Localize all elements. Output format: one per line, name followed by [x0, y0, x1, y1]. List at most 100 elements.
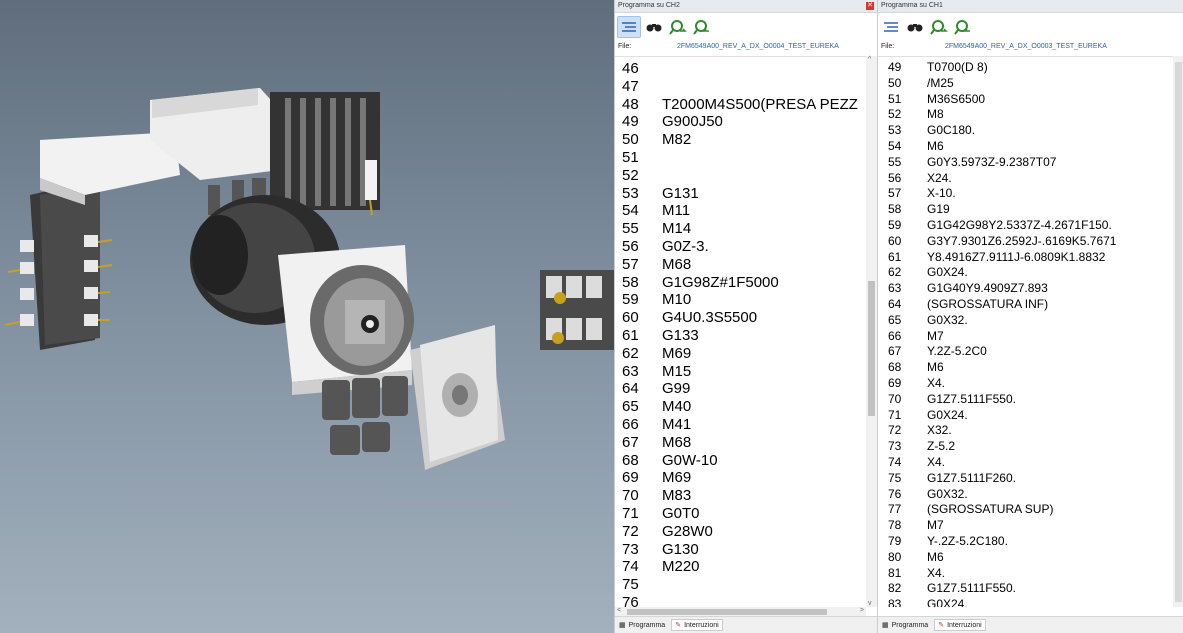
line-number: 79 — [888, 534, 902, 548]
code-listing[interactable]: 46 47 48 T2000M4S500(PRESA PEZZ 49 G900J50 50 M… — [615, 56, 877, 607]
line-number: 55 — [622, 220, 639, 238]
line-number: 77 — [888, 502, 902, 517]
line-number: 55 — [888, 154, 902, 169]
line-number: 60 — [888, 233, 902, 248]
machine-3d-viewport[interactable] — [0, 0, 614, 633]
line-text: G4U0.3S5500 — [662, 309, 758, 327]
line-text: Y8.4916Z7.9111J-6.0809K1.8832 — [927, 249, 1106, 264]
line-text: M7 — [927, 328, 944, 343]
line-number: 71 — [622, 505, 639, 522]
close-icon[interactable]: ✕ — [866, 2, 874, 10]
tab-programma[interactable]: ▦ Programma — [882, 621, 928, 630]
line-text: M68 — [662, 255, 692, 273]
list-view-icon[interactable] — [880, 17, 902, 37]
line-number: 69 — [622, 469, 639, 487]
wrench-icon: ✎ — [675, 622, 682, 629]
line-number: 47 — [622, 77, 639, 95]
line-number: 75 — [888, 470, 902, 485]
line-number: 49 — [622, 113, 639, 131]
line-text: G0X24. — [927, 407, 968, 422]
bottom-tabs: ▦ Programma ✎ Interruzioni — [615, 616, 877, 633]
find-next-icon[interactable] — [928, 17, 950, 37]
tab-interruzioni[interactable]: ✎ Interruzioni — [671, 619, 723, 631]
scroll-right-icon[interactable]: > — [860, 607, 864, 614]
line-number: 73 — [888, 439, 902, 454]
line-text: G0X32. — [927, 486, 968, 501]
line-text: M220 — [662, 558, 700, 576]
line-number: 66 — [888, 328, 902, 343]
wrench-icon: ✎ — [938, 622, 945, 629]
line-number: 72 — [622, 522, 639, 540]
line-text: G0W-10 — [662, 451, 718, 469]
tab-interruzioni[interactable]: ✎ Interruzioni — [934, 619, 986, 631]
find-previous-icon[interactable] — [952, 17, 974, 37]
line-text: (SGROSSATURA INF) — [927, 297, 1049, 311]
code-listing[interactable]: 49 T0700(D 8) 50/M25 51 M36S6500 52 M8 53 G0C180… — [878, 56, 1183, 607]
line-number: 51 — [888, 91, 902, 106]
line-number: 51 — [622, 149, 639, 166]
line-number: 66 — [622, 416, 639, 433]
line-number: 64 — [888, 297, 902, 311]
line-text: M40 — [662, 398, 692, 416]
line-number: 58 — [622, 273, 639, 291]
scroll-thumb[interactable] — [1175, 62, 1182, 602]
line-text: M8 — [927, 107, 944, 122]
line-number: 71 — [888, 407, 902, 422]
line-text: G1G42G98Y2.5337Z-4.2671F150. — [927, 218, 1112, 232]
bottom-tabs: ▦ Programma ✎ Interruzioni — [878, 616, 1183, 633]
line-number: 57 — [622, 255, 639, 273]
line-number: 68 — [888, 360, 902, 375]
line-number: 48 — [622, 95, 639, 113]
line-number: 59 — [888, 218, 902, 232]
line-number: 62 — [888, 265, 902, 280]
file-name: 2FM6549A00_REV_A_DX_O0003_TEST_EUREKA — [945, 43, 1107, 50]
line-number: 63 — [888, 281, 902, 296]
scroll-up-icon[interactable]: ^ — [868, 56, 871, 63]
line-text: G1Z7.5111F550. — [927, 581, 1016, 596]
line-text: M41 — [662, 416, 692, 433]
program-panel-ch2: Programma su CH2 ✕ File: 2FM6549A00_REV_… — [614, 0, 877, 633]
line-text: G0T0 — [662, 505, 700, 522]
line-number: 74 — [622, 558, 639, 576]
line-text: M68 — [662, 433, 692, 451]
line-text: G900J50 — [662, 113, 723, 131]
line-number: 74 — [888, 455, 902, 469]
line-text: G99 — [662, 380, 691, 398]
list-view-icon[interactable] — [617, 16, 641, 38]
line-number: 60 — [622, 309, 639, 327]
scroll-down-icon[interactable]: v — [868, 600, 872, 607]
line-text: G28W0 — [662, 522, 713, 540]
line-number: 62 — [622, 344, 639, 362]
binoculars-icon[interactable] — [643, 17, 665, 37]
table-icon: ▦ — [882, 622, 889, 629]
scroll-left-icon[interactable]: < — [617, 607, 621, 614]
line-text: G0C180. — [927, 123, 976, 138]
vertical-scrollbar[interactable] — [1173, 56, 1183, 607]
line-number: 56 — [888, 170, 902, 185]
file-label: File: — [881, 43, 895, 50]
scroll-thumb[interactable] — [627, 609, 827, 615]
line-number: 83 — [888, 597, 902, 607]
line-number: 52 — [888, 107, 902, 122]
line-text: G133 — [662, 327, 699, 344]
line-text: (SGROSSATURA SUP) — [927, 502, 1054, 517]
file-info: File: 2FM6549A00_REV_A_DX_O0003_TEST_EUR… — [878, 41, 1183, 53]
find-previous-icon[interactable] — [691, 17, 713, 37]
find-next-icon[interactable] — [667, 17, 689, 37]
line-text: G131 — [662, 184, 699, 202]
line-number: 81 — [888, 565, 902, 580]
line-text: X24. — [927, 170, 952, 185]
line-number: 56 — [622, 238, 639, 255]
line-text: M69 — [662, 344, 692, 362]
line-text: M6 — [927, 360, 944, 375]
scroll-thumb[interactable] — [868, 281, 875, 416]
tab-programma[interactable]: ▦ Programma — [619, 621, 665, 630]
vertical-scrollbar[interactable]: ^ v — [866, 56, 877, 607]
line-text: G0Z-3. — [662, 238, 709, 255]
line-number: 65 — [888, 312, 902, 327]
panel-title: Programma su CH1 — [881, 2, 943, 9]
line-number: 64 — [622, 380, 639, 398]
binoculars-icon[interactable] — [904, 17, 926, 37]
line-text: M14 — [662, 220, 692, 238]
file-name: 2FM6549A00_REV_A_DX_O0004_TEST_EUREKA — [677, 43, 839, 50]
